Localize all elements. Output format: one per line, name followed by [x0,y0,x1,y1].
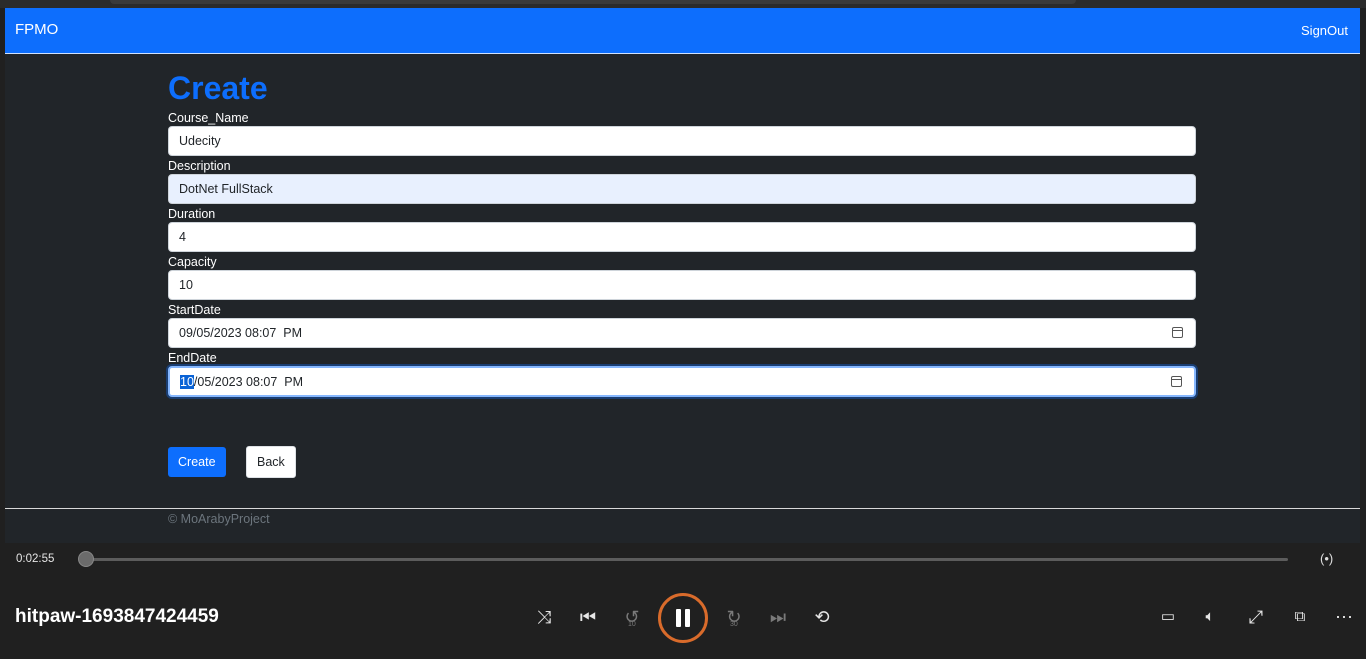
address-bar-edge [110,0,1076,4]
navbar: FPMO SignOut [5,8,1360,54]
form-actions: Create Back [168,446,312,478]
create-button[interactable]: Create [168,447,226,477]
rewind-10-label: 10 [628,621,636,628]
signout-link[interactable]: SignOut [1301,23,1348,38]
fullscreen-icon[interactable]: ⤢ [1242,603,1270,631]
start-date-label: StartDate [168,303,221,317]
elapsed-time: 0:02:55 [16,553,55,565]
field-course-name: Course_Name Udecity [168,111,1198,156]
brand-link[interactable]: FPMO [15,21,58,38]
calendar-icon[interactable] [1172,327,1183,338]
capacity-label: Capacity [168,255,217,269]
end-date-selected-segment: 10 [180,374,194,389]
pause-icon [676,609,681,627]
volume-icon[interactable]: 🔈︎ [1196,603,1224,631]
duration-value: 4 [179,230,186,244]
field-start-date: StartDate 09/05/2023 08:07 PM [168,303,1198,348]
duration-input[interactable]: 4 [168,222,1196,252]
footer-text: © MoArabyProject [168,512,270,526]
subtitles-icon[interactable]: ▭ [1154,603,1182,631]
description-value: DotNet FullStack [179,182,273,196]
description-input[interactable]: DotNet FullStack [168,174,1196,204]
course-name-value: Udecity [179,134,221,148]
calendar-icon[interactable] [1171,376,1182,387]
capacity-input[interactable]: 10 [168,270,1196,300]
end-date-label: EndDate [168,351,217,365]
create-form: Create Course_Name Udecity Description D… [168,68,1198,397]
end-date-input[interactable]: 10/05/2023 08:07 PM [168,366,1196,397]
repeat-off-icon[interactable]: ⟲ [808,603,836,631]
field-description: Description DotNet FullStack [168,159,1198,204]
capacity-value: 10 [179,278,193,292]
more-icon[interactable]: ⋯ [1330,603,1358,631]
page-title: Create [168,70,268,106]
next-icon[interactable]: ⏭ [764,603,792,631]
back-button[interactable]: Back [245,446,296,478]
description-label: Description [168,159,231,173]
course-name-label: Course_Name [168,111,249,125]
shuffle-icon[interactable]: ⤨ [530,603,558,631]
field-duration: Duration 4 [168,207,1198,252]
footer-divider [5,508,1360,509]
window-top-strip [0,0,1366,8]
start-date-input[interactable]: 09/05/2023 08:07 PM [168,318,1196,348]
media-player-controls: 0:02:55 (•) hitpaw-1693847424459 ⤨ ⏮ ↺ 1… [0,543,1366,659]
cast-icon[interactable]: (•) [1320,551,1333,566]
course-name-input[interactable]: Udecity [168,126,1196,156]
browser-page: FPMO SignOut Create Course_Name Udecity … [5,8,1360,543]
seek-thumb[interactable] [78,551,94,567]
pause-button[interactable] [658,593,708,643]
miniplayer-icon[interactable]: ⧉ [1286,603,1314,631]
duration-label: Duration [168,207,216,221]
forward-30-label: 30 [730,621,738,628]
end-date-value: /05/2023 08:07 PM [193,374,304,389]
field-end-date: EndDate 10/05/2023 08:07 PM [168,351,1198,397]
start-date-value: 09/05/2023 08:07 PM [179,326,303,340]
media-filename: hitpaw-1693847424459 [15,606,219,627]
seek-bar[interactable] [86,558,1288,561]
previous-icon[interactable]: ⏮ [574,603,602,631]
field-capacity: Capacity 10 [168,255,1198,300]
